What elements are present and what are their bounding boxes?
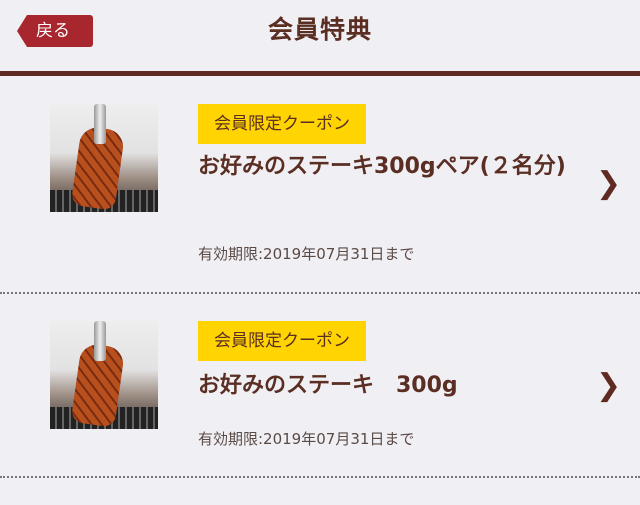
coupon-title: お好みのステーキ 300g — [198, 373, 458, 398]
header-bar: 戻る 会員特典 — [0, 0, 640, 66]
coupon-expiry: 有効期限:2019年07月31日まで — [198, 245, 415, 263]
coupon-expiry: 有効期限:2019年07月31日まで — [198, 430, 415, 448]
chevron-right-icon: ❯ — [596, 166, 622, 201]
page-title: 会員特典 — [267, 15, 372, 44]
member-limited-tag: 会員限定クーポン — [198, 321, 366, 361]
coupon-item[interactable]: 会員限定クーポン お好みのステーキ300gペア(２名分) 有効期限:2019年0… — [0, 76, 640, 294]
list-divider — [0, 476, 640, 478]
member-limited-tag: 会員限定クーポン — [198, 104, 366, 144]
chevron-right-icon: ❯ — [596, 368, 622, 403]
coupon-title: お好みのステーキ300gペア(２名分) — [198, 154, 566, 179]
steak-photo — [50, 104, 158, 212]
coupon-item[interactable]: 会員限定クーポン お好みのステーキ 300g 有効期限:2019年07月31日ま… — [0, 294, 640, 478]
steak-photo — [50, 321, 158, 429]
